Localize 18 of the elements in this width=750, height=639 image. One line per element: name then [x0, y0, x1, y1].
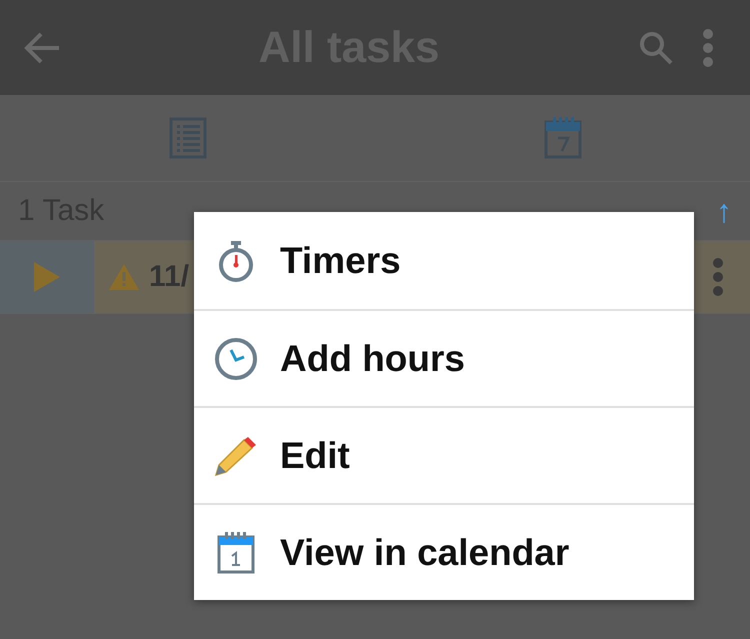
stopwatch-icon	[216, 240, 256, 282]
task-title: 11/	[149, 260, 190, 294]
more-icon	[702, 28, 714, 68]
pencil-icon	[214, 436, 258, 476]
more-icon	[712, 257, 724, 297]
clock-icon	[214, 336, 258, 380]
play-button[interactable]	[0, 241, 95, 313]
menu-item[interactable]: View in calendar	[194, 503, 694, 600]
menu-item[interactable]: Edit	[194, 406, 694, 503]
search-icon	[639, 30, 673, 64]
back-arrow-icon	[23, 30, 61, 64]
calendar-icon	[544, 117, 582, 159]
calendar-icon	[217, 532, 255, 574]
menu-item[interactable]: Timers	[194, 212, 694, 309]
warning-icon	[109, 264, 139, 290]
menu-item[interactable]: Add hours	[194, 309, 694, 406]
play-icon	[34, 262, 60, 292]
list-icon	[168, 117, 206, 159]
